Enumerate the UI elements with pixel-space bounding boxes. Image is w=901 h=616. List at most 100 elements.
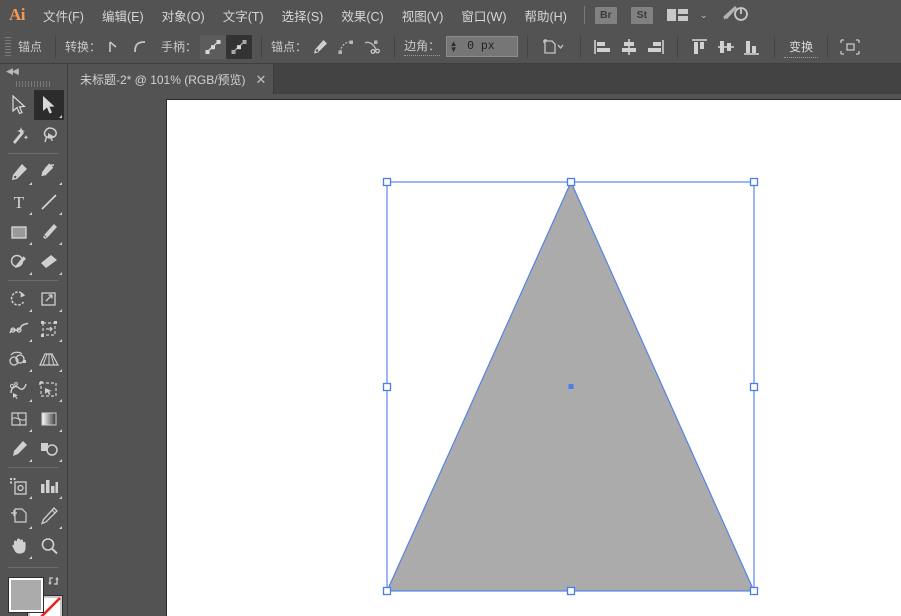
corner-stepper-icon[interactable]: ▲▼ bbox=[447, 37, 460, 56]
corner-label[interactable]: 边角： bbox=[404, 37, 440, 56]
tool-artboard[interactable] bbox=[34, 374, 64, 404]
close-icon[interactable]: ✕ bbox=[256, 74, 267, 85]
menu-file[interactable]: 文件(F) bbox=[34, 2, 93, 29]
align-left-icon[interactable] bbox=[590, 35, 616, 59]
tools-panel: ◀◀ bbox=[0, 64, 68, 616]
tool-hand[interactable] bbox=[4, 531, 34, 561]
options-separator-6 bbox=[677, 36, 678, 58]
tool-eraser[interactable] bbox=[34, 247, 64, 277]
menu-bar: Ai 文件(F) 编辑(E) 对象(O) 文字(T) 选择(S) 效果(C) 视… bbox=[0, 0, 901, 30]
menu-object[interactable]: 对象(O) bbox=[153, 2, 214, 29]
convert-to-smooth-icon[interactable] bbox=[127, 35, 153, 59]
swap-fill-stroke-icon[interactable] bbox=[47, 574, 61, 591]
tool-direct-selection[interactable] bbox=[34, 90, 64, 120]
convert-anchor-group: 转换： bbox=[65, 35, 153, 59]
menu-divider bbox=[584, 6, 585, 24]
tool-artboard-crop[interactable] bbox=[4, 501, 34, 531]
artboard[interactable] bbox=[166, 99, 901, 616]
canvas-area[interactable] bbox=[68, 94, 901, 616]
options-separator-5 bbox=[580, 36, 581, 58]
align-bottom-icon[interactable] bbox=[739, 35, 765, 59]
anchors-label: 锚点： bbox=[271, 38, 307, 55]
tool-pencil[interactable] bbox=[34, 501, 64, 531]
remove-anchor-pen-icon[interactable] bbox=[307, 35, 333, 59]
tool-selection[interactable] bbox=[4, 90, 34, 120]
tool-pen[interactable] bbox=[4, 157, 34, 187]
document-tab-title: 未标题-2* @ 101% (RGB/预览) bbox=[80, 71, 246, 88]
menu-select[interactable]: 选择(S) bbox=[273, 2, 333, 29]
search-adobe-stock-icon[interactable] bbox=[721, 3, 749, 28]
tool-column-graph[interactable] bbox=[34, 471, 64, 501]
fill-swatch[interactable] bbox=[9, 578, 43, 612]
align-to-selection-icon[interactable] bbox=[537, 35, 571, 59]
options-separator-4 bbox=[527, 36, 528, 58]
illustrator-window: Ai 文件(F) 编辑(E) 对象(O) 文字(T) 选择(S) 效果(C) 视… bbox=[0, 0, 901, 616]
menu-help[interactable]: 帮助(H) bbox=[516, 2, 576, 29]
options-context-label: 锚点 bbox=[18, 38, 42, 55]
anchor-actions-group: 锚点： bbox=[271, 35, 385, 59]
menu-view[interactable]: 视图(V) bbox=[393, 2, 453, 29]
options-separator-2 bbox=[261, 36, 262, 58]
tool-width[interactable] bbox=[4, 314, 34, 344]
connect-anchors-icon[interactable] bbox=[333, 35, 359, 59]
convert-to-corner-icon[interactable] bbox=[101, 35, 127, 59]
align-right-icon[interactable] bbox=[642, 35, 668, 59]
svg-text:T: T bbox=[13, 193, 24, 212]
handles-label: 手柄： bbox=[161, 38, 197, 55]
tool-perspective-grid[interactable] bbox=[34, 344, 64, 374]
transform-panel-button[interactable]: 变换 bbox=[784, 35, 818, 58]
tool-free-transform[interactable] bbox=[34, 314, 64, 344]
tool-slice[interactable] bbox=[4, 471, 34, 501]
options-separator-7 bbox=[774, 36, 775, 58]
tool-gradient[interactable] bbox=[34, 404, 64, 434]
handles-group: 手柄： bbox=[161, 35, 252, 59]
tool-zoom[interactable] bbox=[34, 531, 64, 561]
tool-curvature[interactable] bbox=[34, 157, 64, 187]
cut-path-at-anchor-icon[interactable] bbox=[359, 35, 385, 59]
tool-rectangle[interactable] bbox=[4, 217, 34, 247]
tool-line-segment[interactable] bbox=[34, 187, 64, 217]
show-handles-icon[interactable] bbox=[200, 35, 226, 59]
menu-effect[interactable]: 效果(C) bbox=[332, 2, 392, 29]
stock-button[interactable]: St bbox=[631, 7, 653, 24]
menu-edit[interactable]: 编辑(E) bbox=[93, 2, 153, 29]
menu-type[interactable]: 文字(T) bbox=[214, 2, 273, 29]
menu-window[interactable]: 窗口(W) bbox=[452, 2, 515, 29]
control-options-bar: 锚点 转换： 手柄： bbox=[0, 30, 901, 64]
options-bar-grip[interactable] bbox=[5, 37, 11, 57]
tool-mesh[interactable] bbox=[4, 404, 34, 434]
align-top-icon[interactable] bbox=[687, 35, 713, 59]
tool-type[interactable]: T bbox=[4, 187, 34, 217]
options-separator-8 bbox=[827, 36, 828, 58]
tool-lasso[interactable] bbox=[34, 120, 64, 150]
tool-magic-wand[interactable] bbox=[4, 120, 34, 150]
options-separator-1 bbox=[55, 36, 56, 58]
center-anchor-point bbox=[569, 384, 574, 389]
tool-rotate[interactable] bbox=[4, 284, 34, 314]
fill-stroke-swatches bbox=[0, 574, 67, 616]
toolbar-grip[interactable] bbox=[0, 78, 67, 90]
tool-eyedropper[interactable] bbox=[4, 434, 34, 464]
bridge-button[interactable]: Br bbox=[595, 7, 617, 24]
tool-shape-builder[interactable] bbox=[4, 344, 34, 374]
tool-blend[interactable] bbox=[34, 434, 64, 464]
toolbar-collapse-icon[interactable]: ◀◀ bbox=[0, 64, 67, 78]
corner-radius-input[interactable]: ▲▼ 0 px bbox=[446, 36, 518, 57]
tool-symbol-sprayer[interactable] bbox=[4, 374, 34, 404]
chevron-down-icon[interactable]: ⌄ bbox=[700, 10, 708, 21]
document-tab-bar: 未标题-2* @ 101% (RGB/预览) ✕ bbox=[0, 64, 901, 94]
tool-scale[interactable] bbox=[34, 284, 64, 314]
options-separator-3 bbox=[394, 36, 395, 58]
convert-label: 转换： bbox=[65, 38, 101, 55]
arrange-documents-icon[interactable] bbox=[667, 8, 689, 22]
align-center-horizontal-icon[interactable] bbox=[616, 35, 642, 59]
corner-radius-value: 0 px bbox=[460, 40, 495, 53]
corner-group: 边角： ▲▼ 0 px bbox=[404, 36, 518, 57]
artwork-layer[interactable] bbox=[167, 100, 901, 616]
isolate-selected-group-icon[interactable] bbox=[837, 35, 863, 59]
align-center-vertical-icon[interactable] bbox=[713, 35, 739, 59]
tool-shaper[interactable] bbox=[4, 247, 34, 277]
tool-paintbrush[interactable] bbox=[34, 217, 64, 247]
hide-handles-icon[interactable] bbox=[226, 35, 252, 59]
document-tab-active[interactable]: 未标题-2* @ 101% (RGB/预览) ✕ bbox=[68, 64, 274, 94]
